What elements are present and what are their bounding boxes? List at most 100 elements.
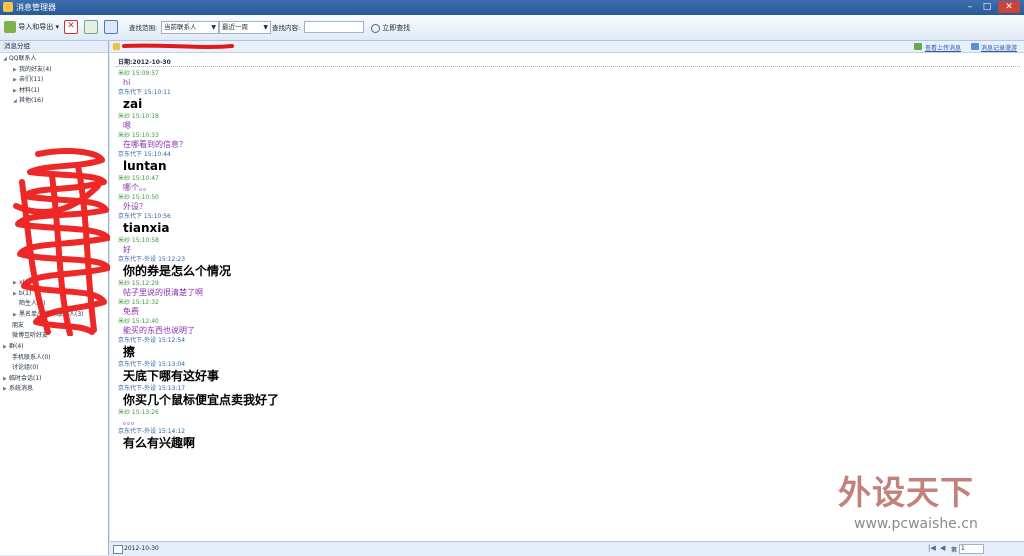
message-meta: 米纱 15:13:26 (118, 409, 159, 416)
status-date: 2012-10-30 (124, 545, 159, 552)
message-meta: 米纱 15:12:40 (118, 318, 159, 325)
tree-item-groups[interactable]: ▶ 群(4) (3, 342, 24, 352)
tree-item-mobile[interactable]: 手机联系人(0) (12, 353, 51, 362)
message-text: hi (123, 78, 131, 87)
page-input[interactable]: 1 (959, 544, 984, 554)
message-item: 京东代下-外设 15:14:12 有么有兴趣啊 (118, 428, 279, 452)
tree-item-discussion[interactable]: 讨论组(0) (12, 363, 39, 372)
search-input[interactable] (304, 21, 364, 33)
tree-item-temp-chat[interactable]: ▶ 临时会话(1) (3, 374, 42, 384)
scope-label: 查找范围: (129, 24, 158, 32)
sidebar-header: 消息分组 (0, 41, 108, 53)
import-export-icon (4, 21, 16, 33)
message-text: 有么有兴趣啊 (123, 436, 196, 450)
import-export-button[interactable]: 导入和导出 ▾ (4, 20, 59, 34)
page-label: 第 (951, 547, 958, 554)
message-meta: 米纱 15:10:50 (118, 194, 159, 201)
message-text: 外设？ (123, 202, 147, 211)
message-meta: 米纱 15:10:47 (118, 175, 159, 182)
message-text: 在哪看到的信息？ (123, 140, 187, 149)
message-item: 京东代下-外设 15:13:17 你买几个鼠标便宜点卖我好了 (118, 385, 279, 409)
toolbar: 导入和导出 ▾ ✕ 查找范围: 当前联系人 ▼ 最近一周 ▼ 查找内容: 立即查… (0, 15, 1024, 41)
redaction-bar (122, 43, 234, 49)
message-item: 米纱 15:10:58 好 (118, 237, 279, 256)
message-item: 米纱 15:12:40 能买的东西也说明了 (118, 318, 279, 337)
tree-item-system[interactable]: ▶ 系统消息 (3, 384, 33, 394)
message-text: 能买的东西也说明了 (123, 326, 195, 335)
message-text: zai (123, 97, 143, 111)
message-meta: 京东代下-外设 15:14:12 (118, 428, 186, 435)
cloud-roaming-link[interactable]: 消息记录漫游 (981, 43, 1017, 52)
watermark-url: www.pcwaishe.cn (854, 516, 978, 532)
redaction-scribble (13, 148, 111, 336)
range-select[interactable]: 最近一周 ▼ (219, 21, 271, 34)
message-item: 米纱 15:09:57 hi (118, 70, 279, 89)
upload-icon (914, 43, 922, 50)
tree-item-others[interactable]: ◢ 其他(16) (13, 96, 43, 106)
message-item: 京东代下 15:10:56 tianxia (118, 213, 279, 237)
message-text: 。。。 (123, 417, 139, 426)
search-icon (371, 23, 380, 33)
message-item: 米纱 15:12:29 帖子里说的很清楚了啊 (118, 280, 279, 299)
message-meta: 京东代下-外设 15:12:23 (118, 256, 186, 263)
message-meta: 米纱 15:12:32 (118, 299, 159, 306)
message-item: 米纱 15:10:47 哪个。。 (118, 175, 279, 194)
chevron-down-icon: ▼ (211, 24, 216, 31)
message-text: 好 (123, 245, 131, 254)
refresh-button[interactable] (84, 20, 98, 34)
message-item: 京东代下-外设 15:12:54 擦 (118, 337, 279, 361)
message-meta: 米纱 15:12:29 (118, 280, 159, 287)
delete-button[interactable]: ✕ (64, 20, 78, 34)
refresh-icon (84, 20, 98, 34)
message-text: 嗯 (123, 121, 131, 130)
message-item: 京东代下 15:10:44 luntan (118, 151, 279, 175)
maximize-button[interactable]: □ (980, 1, 994, 13)
tree-item-materials[interactable]: ▶ 材料(1) (13, 86, 40, 96)
message-text: 天底下哪有这好事 (123, 369, 220, 383)
message-item: 京东代下-外设 15:12:23 你的券是怎么个情况 (118, 256, 279, 280)
message-text: 哪个。。 (123, 183, 151, 192)
first-page-icon[interactable]: |◀ (928, 544, 936, 552)
message-meta: 京东代下 15:10:44 (118, 151, 171, 158)
minimize-button[interactable]: – (963, 1, 977, 13)
message-text: 擦 (123, 345, 136, 359)
scope-select[interactable]: 当前联系人 ▼ (161, 21, 219, 34)
upload-messages-link[interactable]: 查看上传消息 (925, 43, 961, 52)
message-item: 米纱 15:10:33 在哪看到的信息？ (118, 132, 279, 151)
settings-icon (104, 20, 118, 34)
message-text: 你的券是怎么个情况 (123, 264, 232, 278)
message-item: 京东代下 15:10:11 zai (118, 89, 279, 113)
tree-item-dears[interactable]: ▶ 亲们(11) (13, 75, 43, 85)
message-meta: 京东代下-外设 15:13:04 (118, 361, 186, 368)
message-meta: 米纱 15:10:58 (118, 237, 159, 244)
message-meta: 京东代下-外设 15:13:17 (118, 385, 186, 392)
close-button[interactable]: ✕ (998, 1, 1020, 13)
cloud-icon (971, 43, 979, 50)
tree-item-qq-contacts[interactable]: ◢ QQ联系人 (3, 54, 36, 64)
date-separator (116, 66, 1020, 67)
calendar-icon[interactable] (113, 545, 123, 554)
sidebar: 消息分组 ◢ QQ联系人 ▶ 我的好友(4) ▶ 亲们(11) ▶ 材料(1) ◢ 其他(… (0, 41, 111, 555)
message-text: 你买几个鼠标便宜点卖我好了 (123, 393, 280, 407)
message-meta: 京东代下 15:10:11 (118, 89, 171, 96)
message-text: luntan (123, 159, 167, 173)
message-item: 米纱 15:13:26。。。 (118, 409, 279, 428)
message-meta: 米纱 15:09:57 (118, 70, 159, 77)
message-text: 帖子里说的很清楚了啊 (123, 288, 203, 297)
watermark-logo: 外设天下 (838, 473, 974, 512)
tree-item-my-friends[interactable]: ▶ 我的好友(4) (13, 65, 52, 75)
message-item: 米纱 15:12:32 免费 (118, 299, 279, 318)
message-item: 米纱 15:10:18 嗯 (118, 113, 279, 132)
message-meta: 米纱 15:10:33 (118, 132, 159, 139)
message-header: 查看上传消息 消息记录漫游 (110, 41, 1024, 53)
message-text: 免费 (123, 307, 139, 316)
title-bar: 消息管理器 – □ ✕ (0, 0, 1024, 15)
content-label: 查找内容: (272, 24, 301, 32)
settings-button[interactable] (104, 20, 118, 34)
message-text: tianxia (123, 221, 170, 235)
chevron-down-icon: ▼ (263, 24, 268, 31)
watermark: 外设天下 www.pcwaishe.cn (838, 466, 1024, 538)
message-meta: 米纱 15:10:18 (118, 113, 159, 120)
prev-page-icon[interactable]: ◀ (940, 544, 945, 552)
search-button[interactable]: 立即查找 (371, 21, 410, 35)
